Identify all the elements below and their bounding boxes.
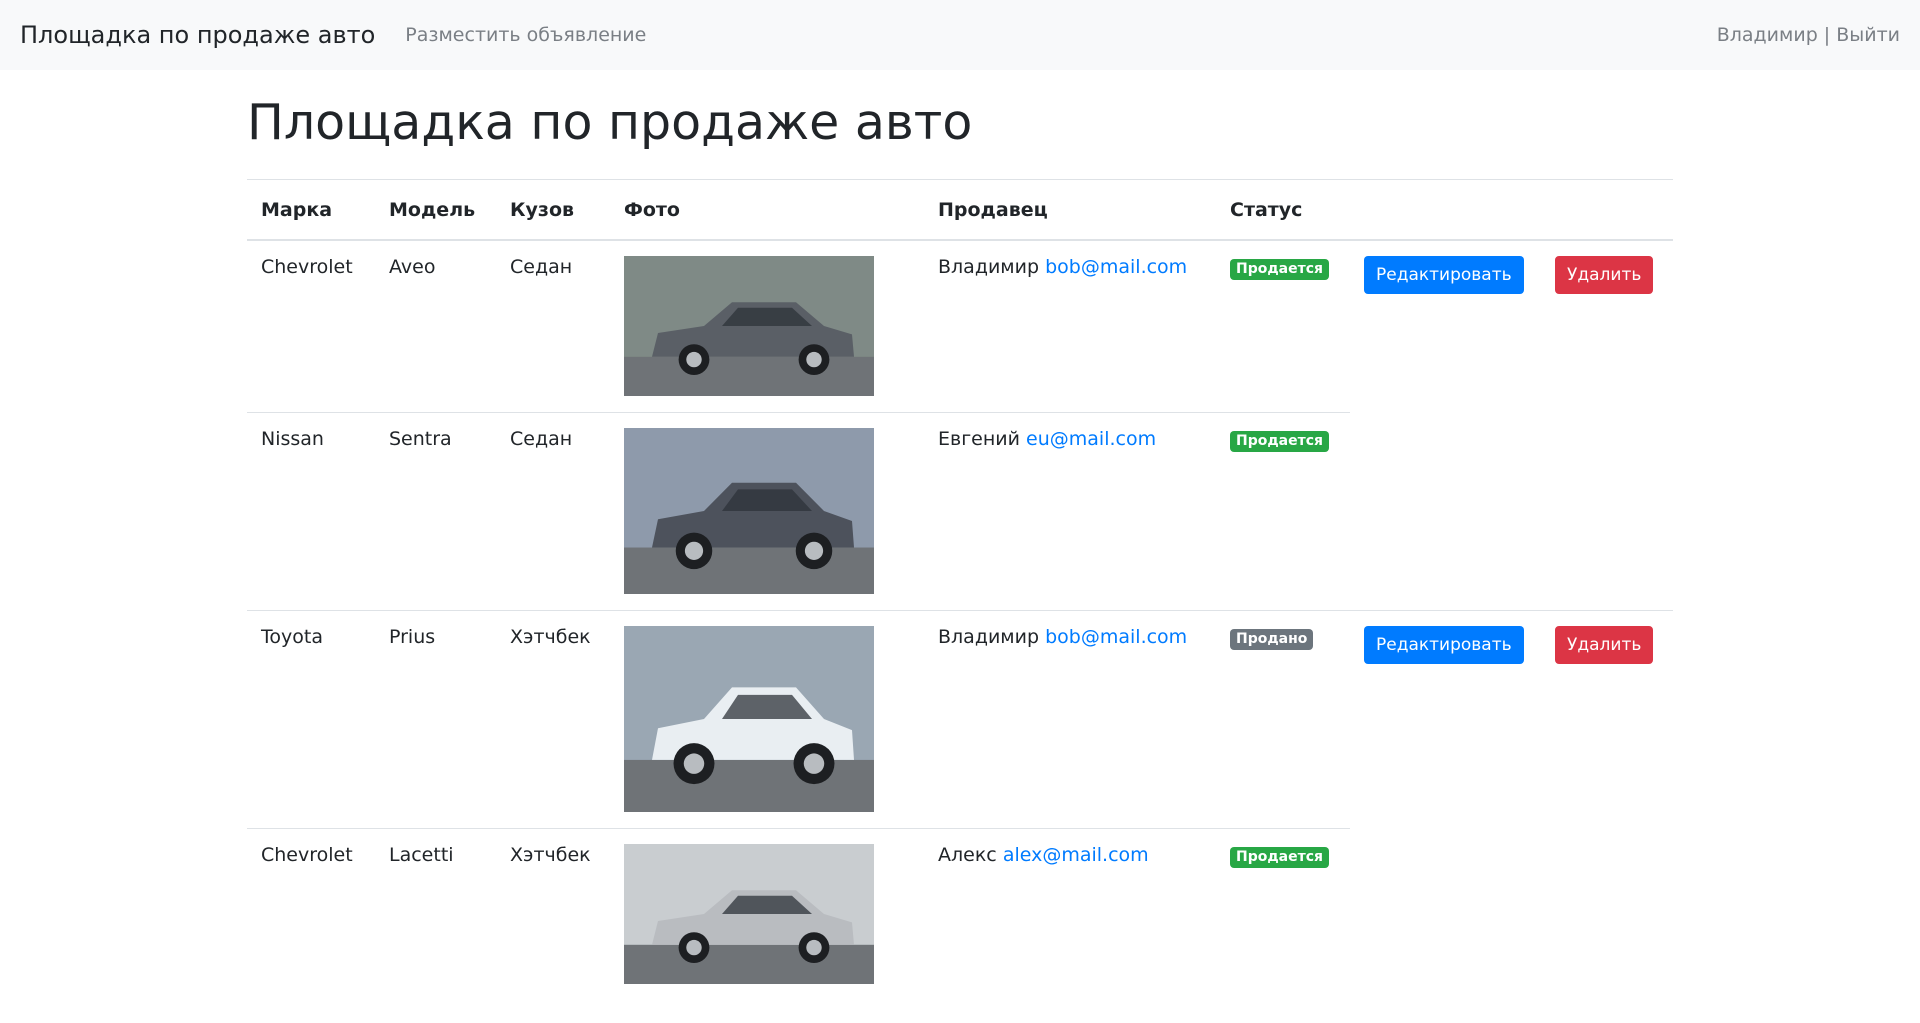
- cell-edit: Редактировать: [1350, 609, 1541, 829]
- cell-status: Продается: [1216, 411, 1350, 611]
- status-badge: Продается: [1230, 846, 1330, 868]
- cell-model: Sentra: [375, 411, 496, 611]
- cell-brand: Nissan: [247, 411, 375, 611]
- navbar: Площадка по продаже авто Разместить объя…: [0, 0, 1920, 70]
- seller-email-link[interactable]: bob@mail.com: [1045, 256, 1187, 278]
- header-seller: Продавец: [924, 178, 1216, 242]
- cell-model: Prius: [375, 609, 496, 829]
- cell-model: Aveo: [389, 256, 436, 279]
- cell-delete: Удалить: [1541, 609, 1673, 829]
- cell-body: Хэтчбек: [496, 827, 610, 999]
- header-brand: Марка: [247, 178, 375, 242]
- cell-photo: [610, 411, 924, 611]
- cell-brand: Toyota: [247, 609, 375, 829]
- logout-link[interactable]: Выйти: [1836, 24, 1900, 46]
- cell-status: Продается: [1216, 240, 1350, 412]
- cell-seller: Владимир bob@mail.com: [924, 609, 1216, 829]
- seller-name: Владимир: [938, 625, 1040, 648]
- page-title: Площадка по продаже авто: [247, 94, 973, 151]
- table-row: Chevrolet Lacetti Хэтчбек Алекс alex@mail.c…: [247, 827, 1673, 999]
- nav-separator: |: [1823, 24, 1831, 46]
- seller-email-link[interactable]: alex@mail.com: [1003, 844, 1149, 866]
- cell-photo: [610, 827, 924, 999]
- status-badge: Продается: [1230, 430, 1330, 452]
- cell-model: Lacetti: [375, 827, 496, 999]
- seller-name: Евгений: [938, 427, 1020, 450]
- user-menu: Владимир | Выйти: [1717, 24, 1900, 46]
- cell-status: Продается: [1216, 827, 1350, 999]
- cell-delete: [1541, 828, 1673, 999]
- cell-seller: Владимир bob@mail.com: [924, 240, 1216, 412]
- cell-seller: Алекс alex@mail.com: [924, 827, 1216, 999]
- edit-button[interactable]: Редактировать: [1364, 625, 1524, 664]
- cell-photo: [610, 609, 924, 829]
- status-badge: Продано: [1230, 628, 1314, 650]
- cell-brand: Chevrolet: [247, 827, 375, 999]
- user-name-link[interactable]: Владимир: [1717, 24, 1818, 46]
- car-photo: [624, 427, 874, 594]
- cell-delete: Удалить: [1541, 240, 1673, 412]
- header-photo: Фото: [610, 178, 924, 242]
- status-badge: Продается: [1230, 259, 1330, 281]
- delete-button[interactable]: Удалить: [1555, 256, 1654, 295]
- table-row: Chevrolet Aveo Седан Владимир bob@mail.com П…: [247, 240, 1673, 412]
- seller-email-link[interactable]: bob@mail.com: [1045, 626, 1187, 648]
- seller-name: Алекс: [938, 843, 997, 866]
- car-photo: [624, 625, 874, 812]
- post-ad-link[interactable]: Разместить объявление: [405, 24, 646, 46]
- cell-status: Продано: [1216, 609, 1350, 829]
- header-model: Модель: [375, 178, 496, 242]
- main-container: Площадка по продаже авто Марка Модель Ку…: [247, 96, 1673, 999]
- cell-edit: Редактировать: [1350, 240, 1541, 412]
- table-row: Nissan Sentra Седан Евгений eu@mail.com Прод…: [247, 411, 1673, 611]
- header-delete: [1541, 178, 1673, 242]
- table-header-row: Марка Модель Кузов Фото Продавец Статус: [247, 178, 1673, 242]
- header-status: Статус: [1216, 178, 1350, 242]
- car-photo: [624, 256, 874, 397]
- seller-email-link[interactable]: eu@mail.com: [1026, 428, 1156, 450]
- edit-button[interactable]: Редактировать: [1364, 256, 1524, 295]
- cell-delete: [1541, 412, 1673, 610]
- seller-name: Владимир: [938, 256, 1040, 279]
- cell-seller: Евгений eu@mail.com: [924, 411, 1216, 611]
- ads-table: Марка Модель Кузов Фото Продавец Статус …: [247, 178, 1673, 999]
- cell-edit: [1350, 828, 1541, 999]
- car-photo: [624, 843, 874, 984]
- cell-brand: Chevrolet: [261, 256, 353, 279]
- header-edit: [1350, 178, 1541, 242]
- cell-body: Седан: [496, 411, 610, 611]
- table-row: Toyota Prius Хэтчбек Владимир bob@mail.com П…: [247, 609, 1673, 829]
- cell-edit: [1350, 412, 1541, 610]
- header-body: Кузов: [496, 178, 610, 242]
- cell-photo: [610, 240, 924, 412]
- cell-body: Хэтчбек: [496, 609, 610, 829]
- cell-body: Седан: [510, 256, 573, 279]
- navbar-brand[interactable]: Площадка по продаже авто: [20, 21, 375, 49]
- delete-button[interactable]: Удалить: [1555, 625, 1654, 664]
